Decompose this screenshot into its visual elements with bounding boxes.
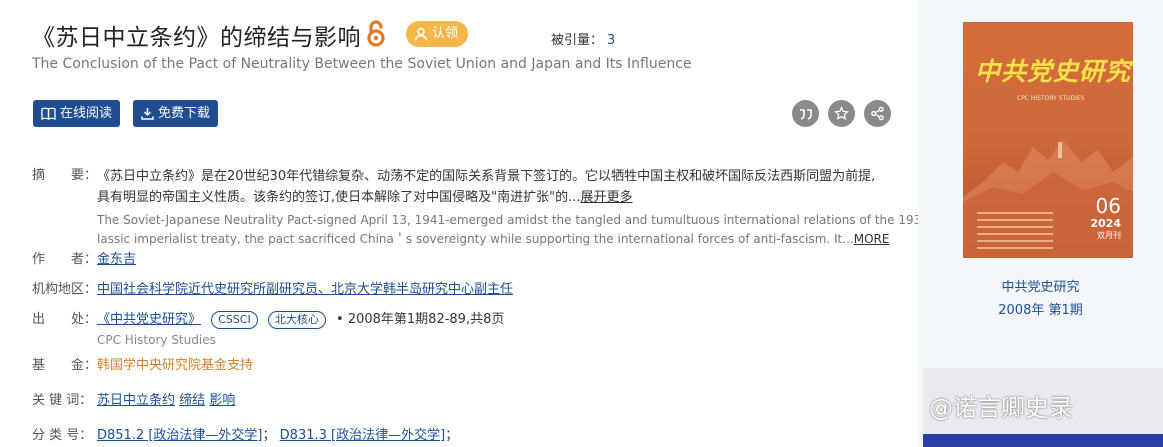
institution-link[interactable]: 中国社会科学院近代史研究所副研究员、北京大学韩半岛研究中心副主任 <box>97 280 513 300</box>
cssci-tag[interactable]: CSSCI <box>211 311 258 329</box>
source-detail: • 2008年第1期82-89,共8页 <box>336 312 505 327</box>
abstract-row: 摘 要： 《苏日中立条约》是在20世纪30年代错综复杂、动荡不定的国际关系背景下… <box>32 166 973 246</box>
watermark-overlay: @诺言卿史录 <box>923 368 1163 434</box>
abstract-en-line2: lassic imperialist treaty, the pact sacr… <box>97 232 854 246</box>
fund-label: 基 金： <box>32 358 98 373</box>
keyword-link[interactable]: 影响 <box>209 393 235 408</box>
classification-label: 分 类 号： <box>32 428 93 443</box>
book-icon <box>41 107 56 120</box>
citation-count: 被引量： 3 <box>551 29 615 48</box>
author-link[interactable]: 金东吉 <box>97 250 136 270</box>
abstract-zh-line2: 具有明显的帝国主义性质。该条约的签订,使日本解除了对中国侵略及"南进扩张"的..… <box>97 190 581 205</box>
sidebar-journal-name[interactable]: 中共党史研究 <box>918 276 1163 295</box>
free-download-button[interactable]: 免费下载 <box>133 100 219 127</box>
cover-issue: 06 <box>1095 194 1121 218</box>
expand-more-link[interactable]: 展开更多 <box>581 190 633 205</box>
pku-core-tag[interactable]: 北大核心 <box>267 311 326 329</box>
institution-label: 机构地区： <box>32 282 98 297</box>
watermark-bar <box>923 434 1163 447</box>
cover-frequency: 双月刊 <box>1097 231 1121 240</box>
journal-link[interactable]: 《中共党史研究》 <box>97 312 201 327</box>
free-download-label: 免费下载 <box>158 106 211 121</box>
keyword-link[interactable]: 缔结 <box>179 393 205 408</box>
journal-cover[interactable]: 中共党史研究 CPC HISTORY STUDIES 06 2024 双月刊 <box>963 22 1133 258</box>
abstract-en-line1: The Soviet-Japanese Neutrality Pact-sign… <box>97 213 974 227</box>
abstract-en: The Soviet-Japanese Neutrality Pact-sign… <box>97 211 974 249</box>
watermark-text: @诺言卿史录 <box>929 394 1073 422</box>
cited-label: 被引量： <box>551 33 604 48</box>
keyword-link[interactable]: 苏日中立条约 <box>97 393 175 408</box>
classification-link[interactable]: D831.3 [政治法律—外交学] <box>280 428 446 443</box>
journal-en: CPC History Studies <box>97 333 216 347</box>
more-link[interactable]: MORE <box>854 232 890 246</box>
quote-icon[interactable] <box>792 100 819 127</box>
claim-button[interactable]: 认领 <box>406 21 469 47</box>
open-access-icon <box>367 20 385 47</box>
share-icon[interactable] <box>864 100 891 127</box>
cover-title: 中共党史研究 <box>975 57 1132 86</box>
user-icon <box>414 27 428 41</box>
cover-year: 2024 <box>1090 217 1121 230</box>
claim-label: 认领 <box>432 26 459 41</box>
keywords-label: 关 键 词： <box>32 393 93 408</box>
abstract-zh-line1: 《苏日中立条约》是在20世纪30年代错综复杂、动荡不定的国际关系背景下签订的。它… <box>97 169 876 184</box>
sidebar-issue: 2008年 第1期 <box>998 303 1083 318</box>
read-online-label: 在线阅读 <box>60 106 113 121</box>
cover-toc-lines <box>977 212 1053 254</box>
favorite-star-icon[interactable] <box>828 100 855 127</box>
article-title: 《苏日中立条约》的缔结与影响 <box>32 25 361 51</box>
author-label: 作 者： <box>32 252 98 267</box>
read-online-button[interactable]: 在线阅读 <box>33 100 121 127</box>
download-icon <box>141 108 154 120</box>
cited-count-link[interactable]: 3 <box>607 33 615 48</box>
abstract-label: 摘 要： <box>32 168 98 183</box>
classification-link[interactable]: D851.2 [政治法律—外交学] <box>97 428 263 443</box>
fund-link[interactable]: 韩国学中央研究院基金支持 <box>97 356 253 376</box>
article-subtitle-en: The Conclusion of the Pact of Neutrality… <box>32 56 692 72</box>
abstract-zh: 《苏日中立条约》是在20世纪30年代错综复杂、动荡不定的国际关系背景下签订的。它… <box>97 166 927 208</box>
source-label: 出 处： <box>32 312 98 327</box>
cover-english: CPC HISTORY STUDIES <box>1017 95 1085 102</box>
article-main: 《苏日中立条约》的缔结与影响 认领 被引量： 3 The Conclusion o… <box>0 0 973 447</box>
